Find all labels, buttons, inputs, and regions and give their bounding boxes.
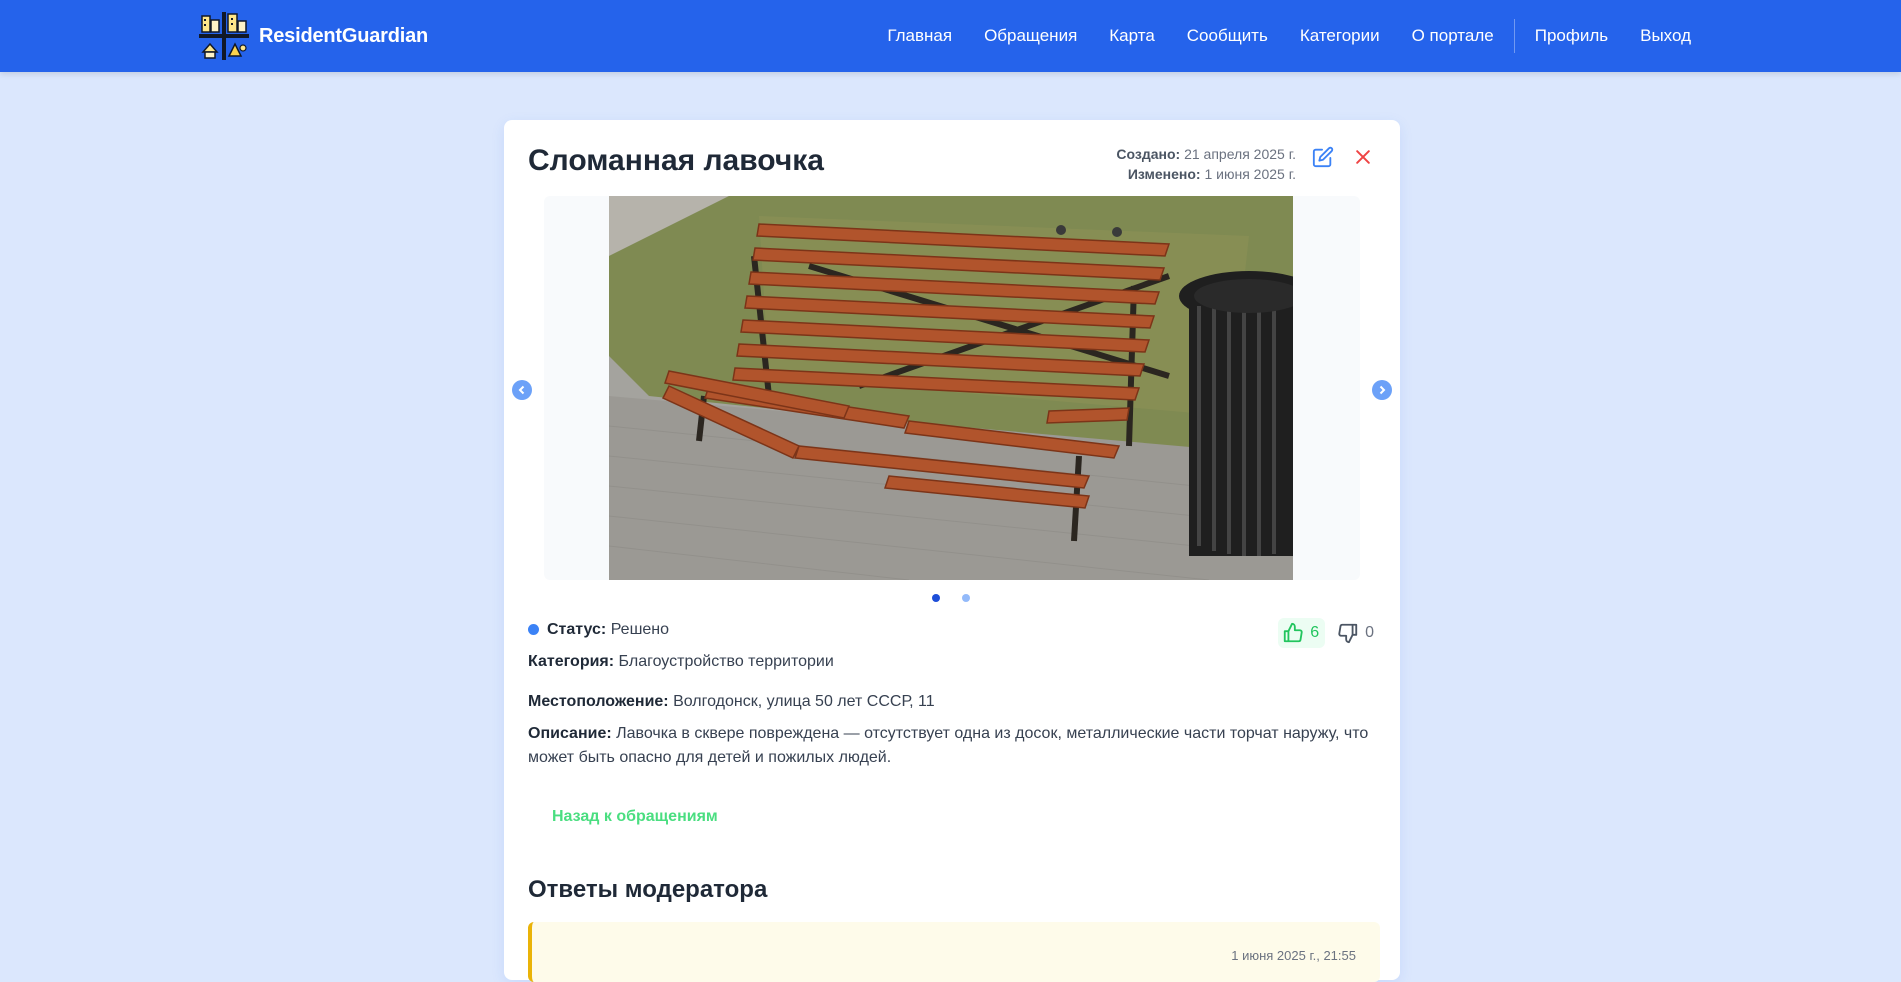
carousel-dot-1[interactable] <box>932 594 940 602</box>
nav-home[interactable]: Главная <box>887 26 952 46</box>
back-to-issues-link[interactable]: Назад к обращениям <box>552 808 718 826</box>
like-button[interactable]: 6 <box>1278 618 1326 648</box>
updated-date: 1 июня 2025 г. <box>1204 166 1296 182</box>
chevron-right-icon <box>1379 385 1386 395</box>
city-icon <box>199 12 249 60</box>
location-row: Местоположение: Волгодонск, улица 50 лет… <box>528 690 935 714</box>
updated-row: Изменено: 1 июня 2025 г. <box>1116 164 1296 184</box>
app-name: ResidentGuardian <box>259 24 429 47</box>
close-icon <box>1356 150 1370 164</box>
created-date: 21 апреля 2025 г. <box>1184 146 1296 162</box>
chevron-left-icon <box>518 385 525 395</box>
carousel-indicators <box>932 594 970 602</box>
logo-link[interactable]: ResidentGuardian <box>199 12 428 60</box>
category-value: Благоустройство территории <box>618 653 834 670</box>
status-indicator <box>528 624 539 635</box>
issue-meta: Создано: 21 апреля 2025 г. Изменено: 1 и… <box>1116 144 1296 184</box>
moderator-answers-title: Ответы модератора <box>528 876 768 903</box>
created-row: Создано: 21 апреля 2025 г. <box>1116 144 1296 164</box>
votes: 6 0 <box>1278 618 1374 648</box>
moderator-answer: 1 июня 2025 г., 21:55 <box>528 922 1380 982</box>
location-label: Местоположение: <box>528 693 669 710</box>
status-row: Статус: Решено <box>528 618 669 642</box>
nav-about[interactable]: О портале <box>1412 26 1494 46</box>
status-value: Решено <box>610 621 670 638</box>
updated-label: Изменено: <box>1127 166 1201 182</box>
nav-logout[interactable]: Выход <box>1640 26 1691 46</box>
nav-profile[interactable]: Профиль <box>1535 26 1608 46</box>
description-value: Лавочка в сквере повреждена — отсутствуе… <box>528 725 1369 766</box>
issue-photo <box>609 196 1293 580</box>
category-row: Категория: Благоустройство территории <box>528 650 834 674</box>
dislikes-count: 0 <box>1365 624 1374 641</box>
thumbs-up-icon <box>1284 622 1303 643</box>
nav-categories[interactable]: Категории <box>1300 26 1380 46</box>
nav-issues[interactable]: Обращения <box>984 26 1077 46</box>
next-slide-button[interactable] <box>1372 380 1392 400</box>
location-value: Волгодонск, улица 50 лет СССР, 11 <box>673 693 935 710</box>
prev-slide-button[interactable] <box>512 380 532 400</box>
likes-count: 6 <box>1310 624 1320 641</box>
carousel-dot-2[interactable] <box>962 594 970 602</box>
created-label: Создано: <box>1116 146 1181 162</box>
photo-carousel[interactable] <box>544 196 1360 580</box>
issue-title: Сломанная лавочка <box>528 144 824 177</box>
status-label: Статус: <box>547 621 607 638</box>
delete-button[interactable] <box>1348 142 1378 172</box>
nav-divider <box>1513 19 1515 53</box>
nav-map[interactable]: Карта <box>1109 26 1155 46</box>
description-row: Описание: Лавочка в сквере повреждена — … <box>528 722 1376 770</box>
thumbs-down-icon <box>1338 623 1358 644</box>
category-label: Категория: <box>528 653 615 670</box>
top-navbar: ResidentGuardian Главная Обращения Карта… <box>0 0 1901 72</box>
answer-date: 1 июня 2025 г., 21:55 <box>1231 948 1356 963</box>
main-nav: Главная Обращения Карта Сообщить Категор… <box>855 0 1691 72</box>
edit-button[interactable] <box>1308 142 1338 172</box>
dislike-button[interactable]: 0 <box>1337 622 1374 644</box>
issue-card: Сломанная лавочка Создано: 21 апреля 202… <box>504 120 1400 982</box>
description-label: Описание: <box>528 725 612 742</box>
edit-icon <box>1312 146 1334 168</box>
nav-report[interactable]: Сообщить <box>1187 26 1268 46</box>
